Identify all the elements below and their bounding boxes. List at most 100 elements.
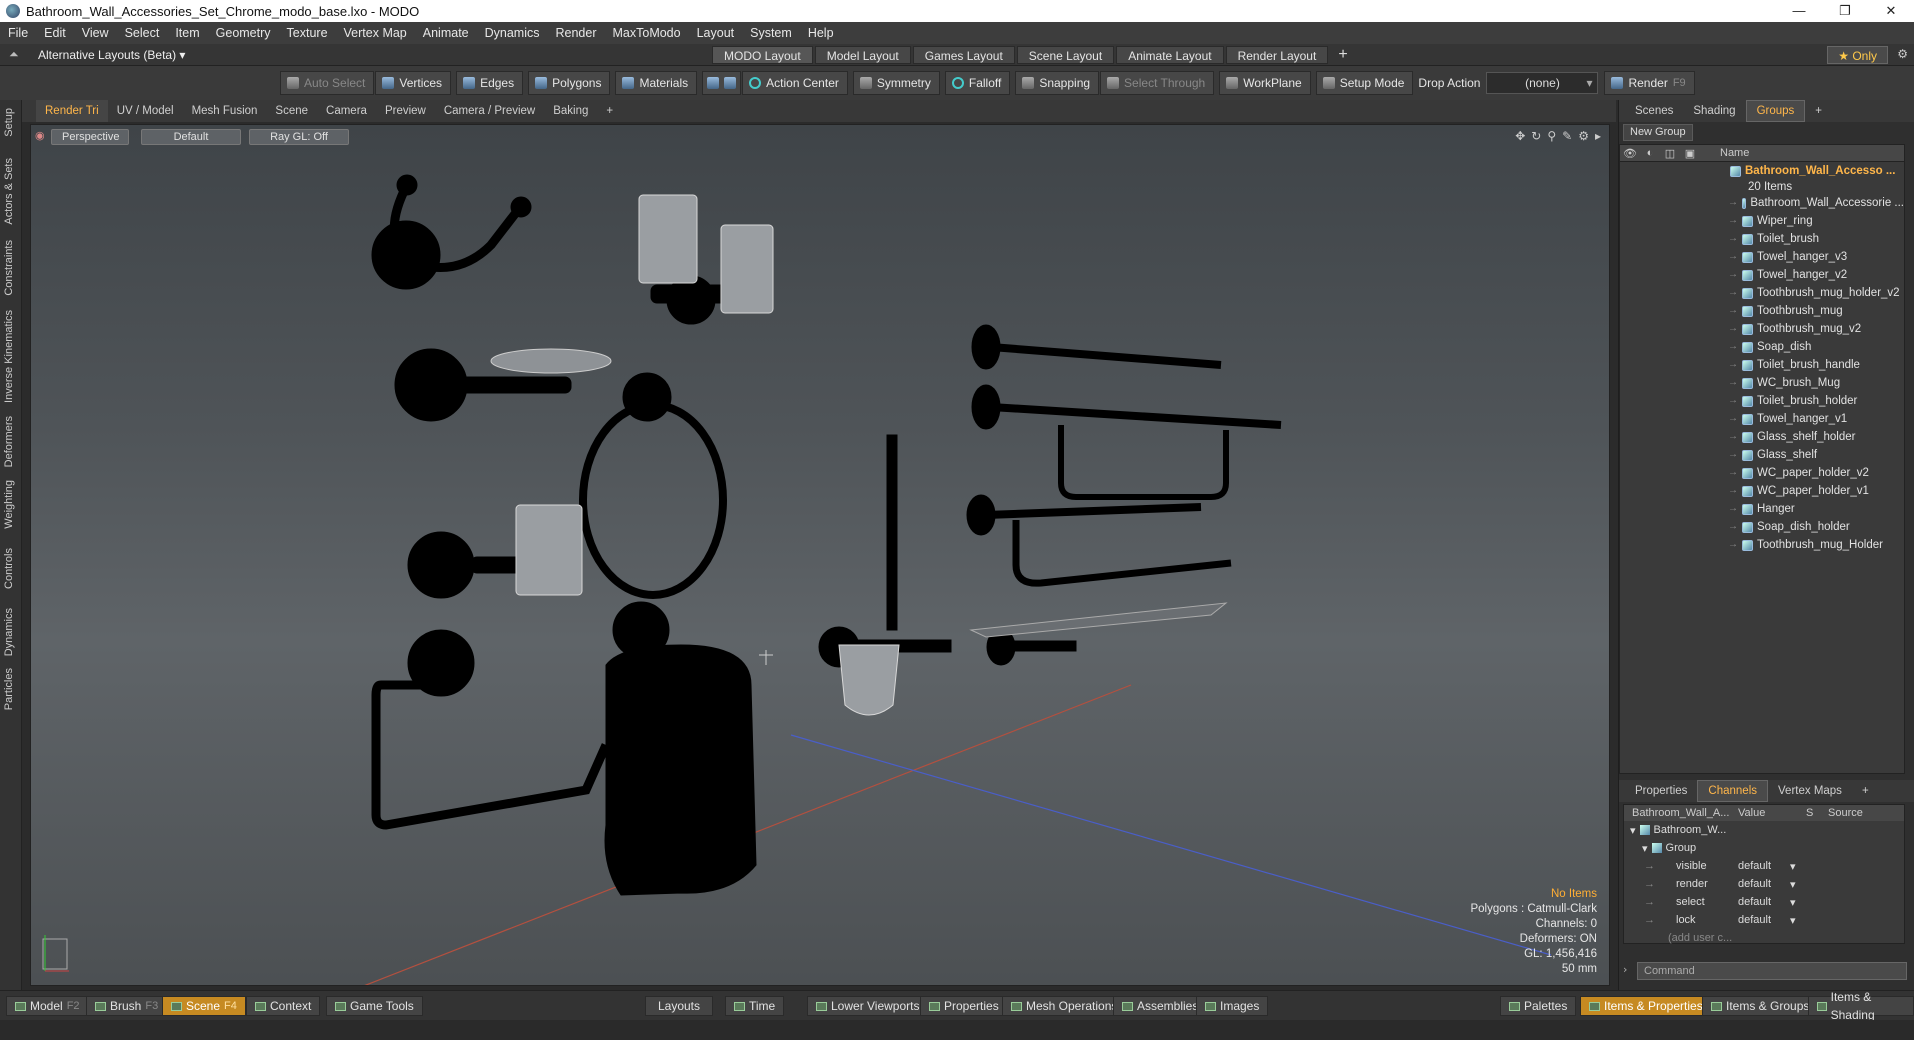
- items-groups-button[interactable]: Items & Groups: [1702, 996, 1819, 1016]
- tab-baking[interactable]: Baking: [544, 100, 597, 122]
- channel-value-header[interactable]: Value: [1734, 807, 1806, 819]
- menu-system[interactable]: System: [742, 22, 800, 44]
- group-item[interactable]: → Glass_shelf: [1620, 446, 1904, 464]
- tab-shading[interactable]: Shading: [1683, 101, 1745, 121]
- properties-button[interactable]: Properties: [920, 996, 1008, 1016]
- visibility-column-icon[interactable]: 👁: [1620, 147, 1640, 160]
- brush-icon[interactable]: ✎: [1562, 129, 1572, 143]
- group-item[interactable]: → Hanger: [1620, 500, 1904, 518]
- side-tab-deformers[interactable]: Deformers: [3, 416, 15, 467]
- expand-arrow-icon[interactable]: ▸: [1595, 129, 1601, 143]
- tab-games-layout[interactable]: Games Layout: [912, 46, 1015, 64]
- side-tab-setup[interactable]: Setup: [3, 108, 15, 137]
- menu-animate[interactable]: Animate: [415, 22, 477, 44]
- group-item[interactable]: → WC_brush_Mug: [1620, 374, 1904, 392]
- lower-viewports-button[interactable]: Lower Viewports: [807, 996, 929, 1016]
- group-item[interactable]: → Toothbrush_mug_v2: [1620, 320, 1904, 338]
- render-button[interactable]: Render F9: [1604, 71, 1695, 95]
- menu-help[interactable]: Help: [800, 22, 842, 44]
- model-button[interactable]: Model F2: [6, 996, 89, 1016]
- add-viewport-tab-button[interactable]: +: [597, 100, 622, 122]
- render-column-icon[interactable]: ◐: [1640, 147, 1660, 159]
- group-item[interactable]: → Towel_hanger_v1: [1620, 410, 1904, 428]
- tab-animate-layout[interactable]: Animate Layout: [1116, 46, 1224, 64]
- side-tab-weighting[interactable]: Weighting: [3, 480, 15, 529]
- group-item[interactable]: → Soap_dish_holder: [1620, 518, 1904, 536]
- pan-icon[interactable]: ✥: [1515, 129, 1525, 143]
- materials-button[interactable]: Materials: [615, 71, 698, 95]
- dropdown-arrow-icon[interactable]: ▾: [1790, 878, 1796, 891]
- channel-s-header[interactable]: S: [1806, 807, 1820, 819]
- tab-channels[interactable]: Channels: [1697, 780, 1769, 802]
- dropdown-arrow-icon[interactable]: ▾: [1790, 914, 1796, 927]
- select-column-icon[interactable]: ▣: [1680, 147, 1700, 160]
- tab-uv-model[interactable]: UV / Model: [108, 100, 183, 122]
- scene-button[interactable]: Scene F4: [162, 996, 246, 1016]
- channel-value[interactable]: default: [1734, 896, 1790, 908]
- items-shading-button[interactable]: Items & Shading: [1808, 990, 1914, 1022]
- falloff-button[interactable]: Falloff: [944, 71, 1011, 95]
- close-button[interactable]: ✕: [1868, 0, 1914, 22]
- side-tab-actors-sets[interactable]: Actors & Sets: [3, 158, 15, 225]
- group-item[interactable]: → Towel_hanger_v2: [1620, 266, 1904, 284]
- menu-geometry[interactable]: Geometry: [208, 22, 279, 44]
- menu-edit[interactable]: Edit: [36, 22, 74, 44]
- side-tab-constraints[interactable]: Constraints: [3, 240, 15, 296]
- menu-item[interactable]: Item: [167, 22, 207, 44]
- channel-row[interactable]: → visible default ▾: [1624, 857, 1904, 875]
- group-item[interactable]: → Bathroom_Wall_Accessorie ...: [1620, 194, 1904, 212]
- channel-root-row[interactable]: ▾ Bathroom_W...: [1624, 821, 1904, 839]
- zoom-icon[interactable]: ⚲: [1547, 129, 1556, 143]
- group-item[interactable]: → Toothbrush_mug_Holder: [1620, 536, 1904, 554]
- add-layout-button[interactable]: +: [1330, 46, 1355, 64]
- viewport-menu-icon[interactable]: ◉: [35, 129, 45, 145]
- add-user-channel[interactable]: (add user c...: [1624, 929, 1904, 947]
- group-item[interactable]: → Towel_hanger_v3: [1620, 248, 1904, 266]
- channel-value[interactable]: default: [1734, 878, 1790, 890]
- tab-render-tri[interactable]: Render Tri: [36, 100, 108, 122]
- add-panel-tab-button[interactable]: +: [1805, 101, 1832, 121]
- tab-scene[interactable]: Scene: [266, 100, 317, 122]
- tab-camera-preview[interactable]: Camera / Preview: [435, 100, 544, 122]
- tab-camera[interactable]: Camera: [317, 100, 376, 122]
- snapping-button[interactable]: Snapping: [1015, 71, 1100, 95]
- menu-select[interactable]: Select: [117, 22, 168, 44]
- alternative-layouts-dropdown[interactable]: Alternative Layouts (Beta) ▾: [38, 48, 185, 62]
- group-item[interactable]: → WC_paper_holder_v1: [1620, 482, 1904, 500]
- menu-vertex-map[interactable]: Vertex Map: [336, 22, 415, 44]
- new-group-button[interactable]: New Group: [1623, 124, 1693, 141]
- tab-model-layout[interactable]: Model Layout: [814, 46, 911, 64]
- rotate-icon[interactable]: ↻: [1531, 129, 1541, 143]
- tab-properties[interactable]: Properties: [1625, 781, 1697, 801]
- action-center-button[interactable]: Action Center: [742, 71, 848, 95]
- layouts-button[interactable]: Layouts: [645, 996, 713, 1016]
- command-input[interactable]: Command: [1637, 962, 1907, 980]
- images-button[interactable]: Images: [1196, 996, 1269, 1016]
- polygons-button[interactable]: Polygons: [528, 71, 611, 95]
- side-tab-inverse-kinematics[interactable]: Inverse Kinematics: [3, 310, 15, 403]
- tab-scene-layout[interactable]: Scene Layout: [1016, 46, 1115, 64]
- channel-name-header[interactable]: Bathroom_Wall_A...: [1624, 807, 1734, 819]
- items-properties-button[interactable]: Items & Properties: [1580, 996, 1712, 1016]
- time-button[interactable]: Time: [725, 996, 785, 1016]
- dropdown-arrow-icon[interactable]: ▾: [1790, 896, 1796, 909]
- group-item[interactable]: → Wiper_ring: [1620, 212, 1904, 230]
- channel-row[interactable]: → select default ▾: [1624, 893, 1904, 911]
- expand-group-icon[interactable]: ▾: [1624, 842, 1648, 855]
- channel-row[interactable]: → render default ▾: [1624, 875, 1904, 893]
- edges-button[interactable]: Edges: [456, 71, 524, 95]
- menu-render[interactable]: Render: [548, 22, 605, 44]
- symmetry-button[interactable]: Symmetry: [852, 71, 940, 95]
- mesh-operations-button[interactable]: Mesh Operations: [1002, 996, 1127, 1016]
- channel-group-row[interactable]: ▾ Group: [1624, 839, 1904, 857]
- default-shading-button[interactable]: Default: [141, 129, 241, 145]
- channel-value[interactable]: default: [1734, 860, 1790, 872]
- context-button[interactable]: Context: [246, 996, 321, 1016]
- tab-modo-layout[interactable]: MODO Layout: [712, 46, 813, 64]
- group-item[interactable]: → Toothbrush_mug_holder_v2: [1620, 284, 1904, 302]
- perspective-button[interactable]: Perspective: [51, 129, 129, 145]
- setup-mode-button[interactable]: Setup Mode: [1315, 71, 1414, 95]
- expand-icon[interactable]: ▾: [1624, 824, 1636, 837]
- tab-vertex-maps[interactable]: Vertex Maps: [1768, 781, 1852, 801]
- 3d-viewport[interactable]: ◉ Perspective Default Ray GL: Off ✥ ↻ ⚲ …: [30, 124, 1610, 986]
